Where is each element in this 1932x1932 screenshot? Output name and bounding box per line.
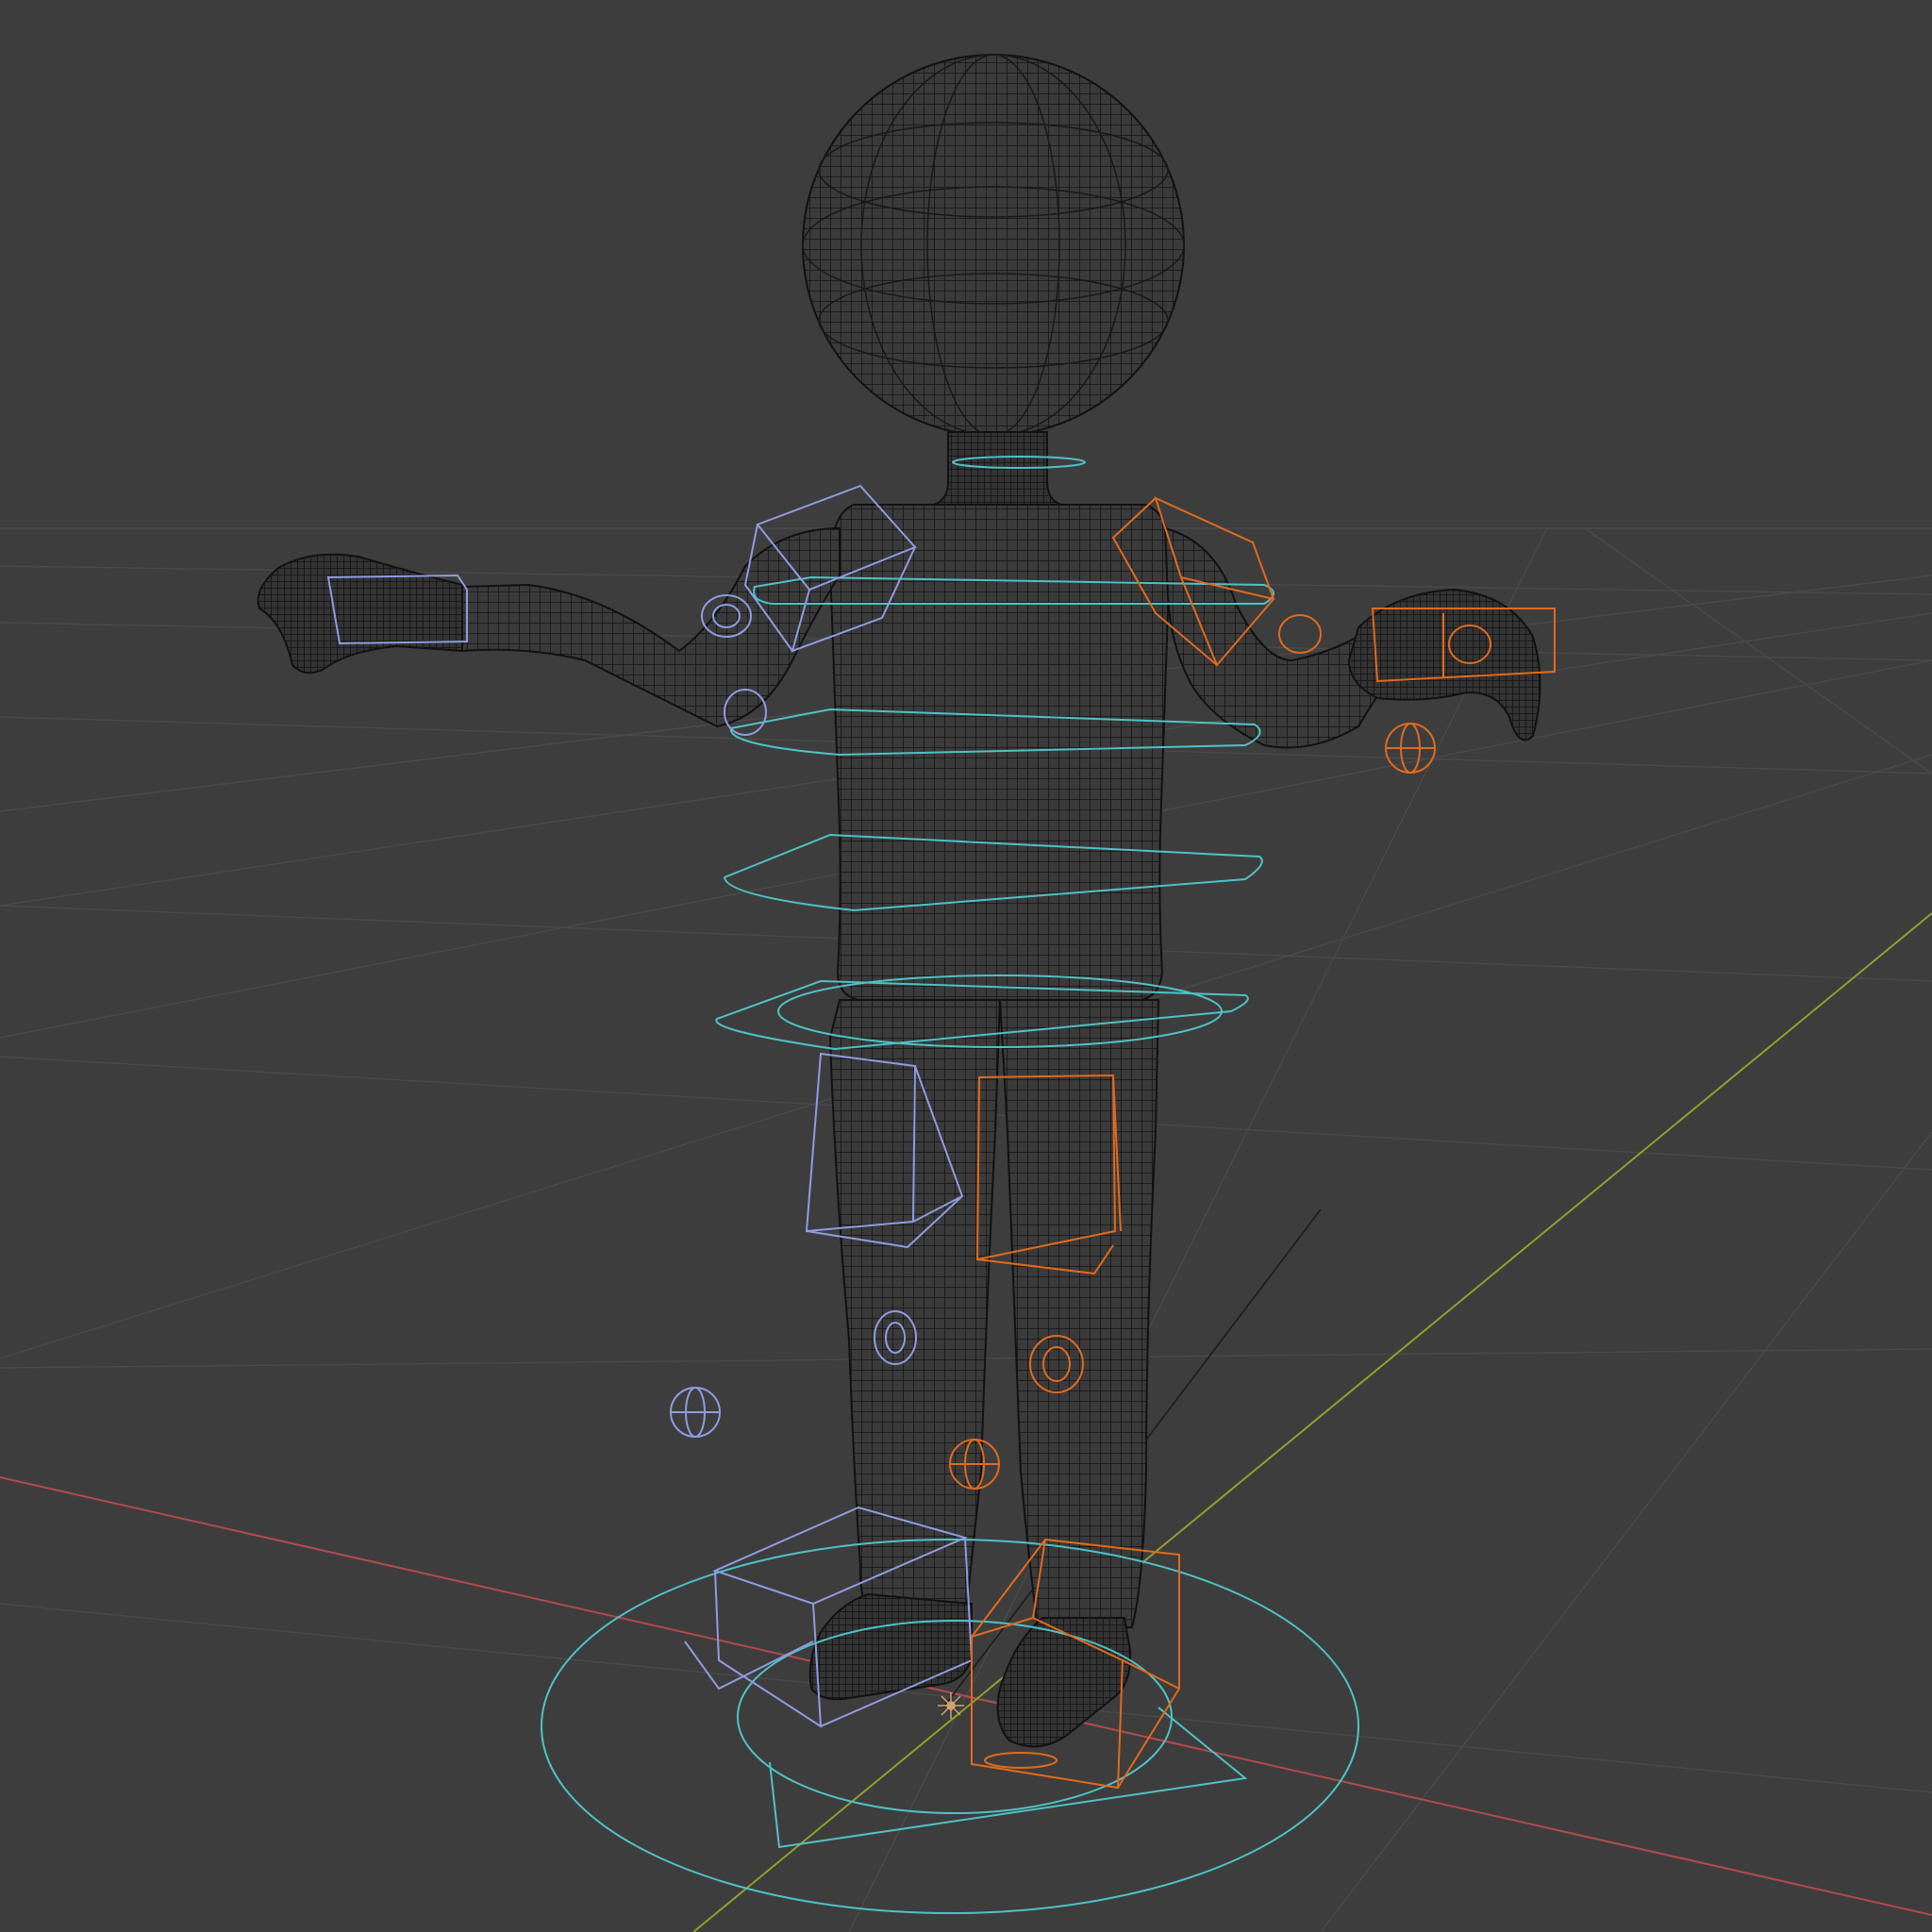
- mesh-head[interactable]: [802, 54, 1185, 437]
- origin-pivot-icon: [938, 1692, 964, 1719]
- arm-pole-r-target[interactable]: [1385, 723, 1436, 774]
- knee-pole-l-target[interactable]: [670, 1387, 721, 1438]
- toe-r-control: [984, 1752, 1058, 1769]
- mesh-arm-left[interactable]: [458, 526, 841, 728]
- mesh-hand-right[interactable]: [1347, 588, 1541, 741]
- grid-line: [1320, 1131, 1932, 1932]
- 3d-viewport[interactable]: [0, 0, 1932, 1932]
- elbow-r-control[interactable]: [1278, 614, 1322, 654]
- mesh-leg-right[interactable]: [998, 999, 1160, 1628]
- mesh-foot-right[interactable]: [996, 1617, 1132, 1748]
- mesh-foot-left[interactable]: [808, 1592, 973, 1701]
- character-mesh[interactable]: [257, 54, 1541, 1748]
- grid-line: [1584, 527, 1932, 774]
- viewport-scene[interactable]: [0, 0, 1932, 1932]
